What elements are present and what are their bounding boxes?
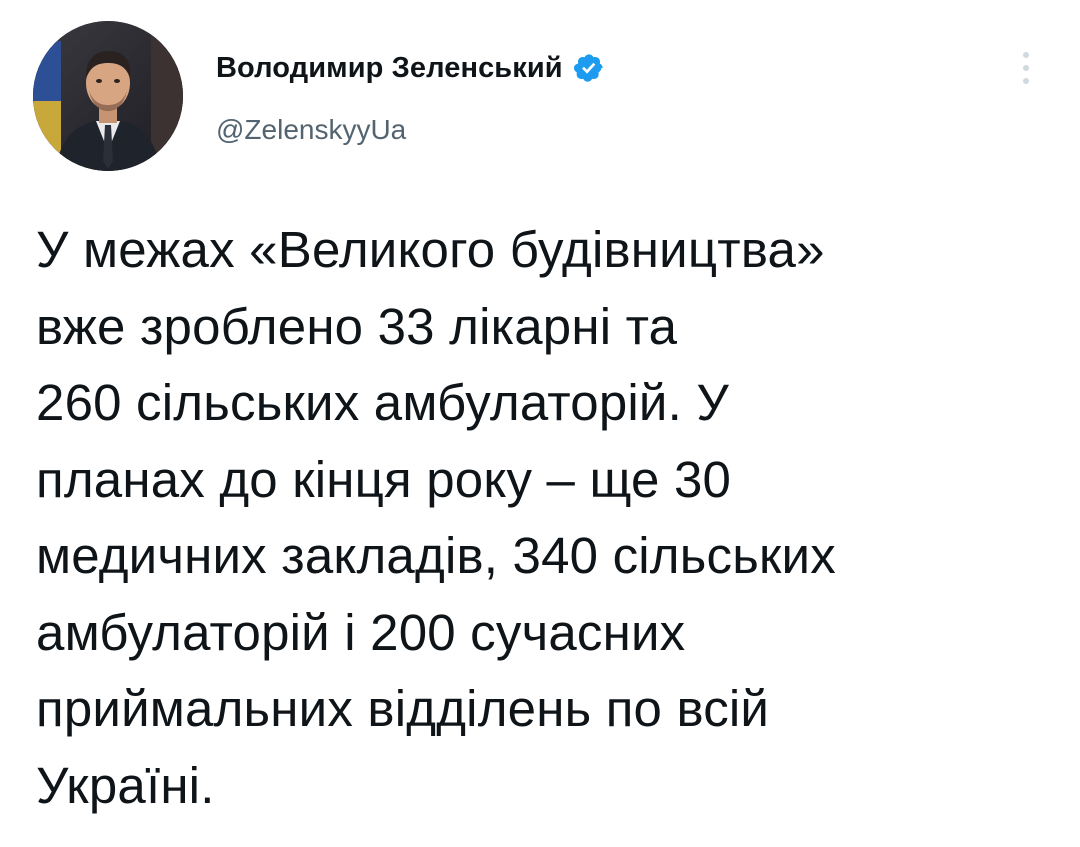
tweet-text: У межах «Великого будівництва» вже зробл… xyxy=(36,221,836,814)
avatar[interactable] xyxy=(33,21,183,171)
author-row: Володимир Зеленський xyxy=(216,48,605,88)
display-name[interactable]: Володимир Зеленський xyxy=(216,52,563,85)
verified-badge-icon xyxy=(573,54,603,82)
more-options-icon[interactable] xyxy=(1012,46,1040,90)
tweet-card: Володимир Зеленський @ZelenskyyUa У межа… xyxy=(0,0,1080,847)
handle[interactable]: @ZelenskyyUa xyxy=(216,114,406,146)
avatar-portrait-icon xyxy=(33,21,183,171)
